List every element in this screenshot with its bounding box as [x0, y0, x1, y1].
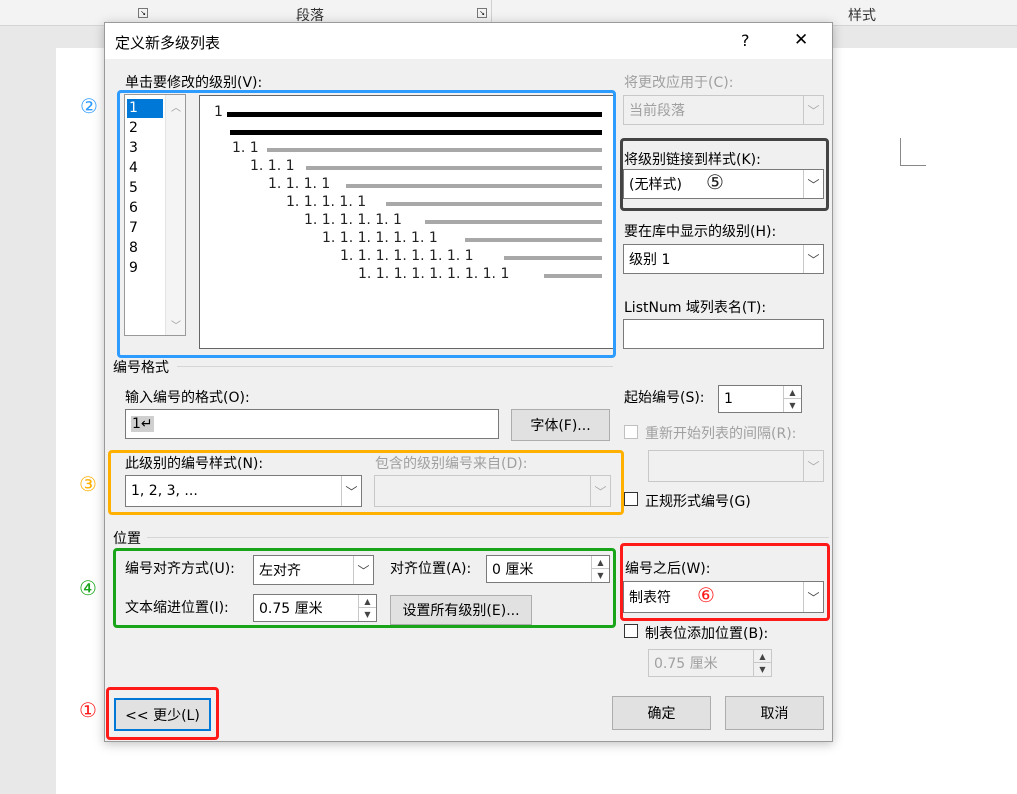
section-divider: [177, 366, 613, 367]
format-label: 输入编号的格式(O):: [125, 390, 250, 406]
annotation-number-4: ④: [79, 576, 97, 600]
ribbon-styles-label: 样式: [848, 8, 876, 24]
chevron-down-icon: ﹀: [803, 96, 823, 124]
number-format-value: 1↵: [131, 416, 154, 432]
start-at-label: 起始编号(S):: [624, 390, 705, 406]
font-button[interactable]: 字体(F)...: [511, 409, 610, 441]
text-cursor-mark: [900, 165, 926, 166]
chevron-down-icon: ﹀: [803, 245, 823, 273]
ribbon-launcher-icon[interactable]: ↘: [477, 8, 487, 18]
tab-stop-stepper[interactable]: ▲ ▼: [753, 650, 771, 676]
listnum-label: ListNum 域列表名(T):: [624, 300, 767, 316]
section-divider: [147, 537, 829, 538]
gallery-level-label: 要在库中显示的级别(H):: [624, 224, 777, 240]
levels-label: 单击要修改的级别(V):: [125, 75, 263, 91]
dialog-titlebar: 定义新多级列表 ? ✕: [105, 23, 832, 59]
gallery-level-value: 级别 1: [629, 252, 671, 268]
legal-numbering-checkbox[interactable]: [624, 492, 638, 506]
tab-stop-label: 制表位添加位置(B):: [645, 626, 769, 642]
annotation-number-2: ②: [80, 94, 98, 118]
start-at-value: 1: [724, 391, 733, 407]
tab-stop-value: 0.75 厘米: [654, 656, 718, 672]
number-format-section-title: 编号格式: [113, 360, 169, 376]
tab-stop-checkbox[interactable]: [624, 624, 638, 638]
legal-numbering-label: 正规形式编号(G): [645, 494, 751, 510]
annotation-box-levels: [117, 90, 616, 358]
restart-label: 重新开始列表的间隔(R):: [645, 426, 797, 442]
tab-stop-spinner[interactable]: 0.75 厘米 ▲ ▼: [648, 649, 772, 677]
help-button[interactable]: ?: [741, 31, 750, 50]
position-section-title: 位置: [113, 531, 141, 547]
apply-to-value: 当前段落: [629, 103, 685, 119]
annotation-number-3: ③: [79, 472, 97, 496]
annotation-number-1: ①: [79, 698, 97, 722]
annotation-box-link-style: [620, 138, 829, 211]
annotation-box-less-button: [106, 687, 219, 740]
annotation-box-position: [113, 548, 616, 628]
annotation-box-number-style: [108, 450, 624, 515]
restart-checkbox[interactable]: [624, 425, 638, 439]
dialog-title: 定义新多级列表: [115, 34, 221, 52]
ok-button[interactable]: 确定: [612, 696, 711, 730]
listnum-input[interactable]: [623, 319, 824, 349]
annotation-box-follow-number: [620, 543, 830, 621]
restart-select[interactable]: ﹀: [648, 450, 824, 482]
annotation-number-6: ⑥: [697, 583, 715, 607]
apply-to-select[interactable]: 当前段落 ﹀: [623, 95, 824, 125]
ribbon-divider: [491, 0, 492, 24]
number-format-input[interactable]: 1↵: [125, 409, 499, 439]
ribbon-launcher-icon[interactable]: ↘: [138, 8, 148, 18]
chevron-down-icon: ﹀: [803, 451, 823, 481]
text-cursor-mark: [900, 138, 901, 166]
annotation-number-5: ⑤: [706, 170, 724, 194]
start-at-spinner[interactable]: 1 ▲ ▼: [718, 385, 802, 413]
cancel-button[interactable]: 取消: [725, 696, 824, 730]
close-icon[interactable]: ✕: [794, 30, 808, 50]
gallery-level-select[interactable]: 级别 1 ﹀: [623, 244, 824, 274]
apply-to-label: 将更改应用于(C):: [624, 75, 734, 91]
start-at-stepper[interactable]: ▲ ▼: [783, 386, 801, 412]
